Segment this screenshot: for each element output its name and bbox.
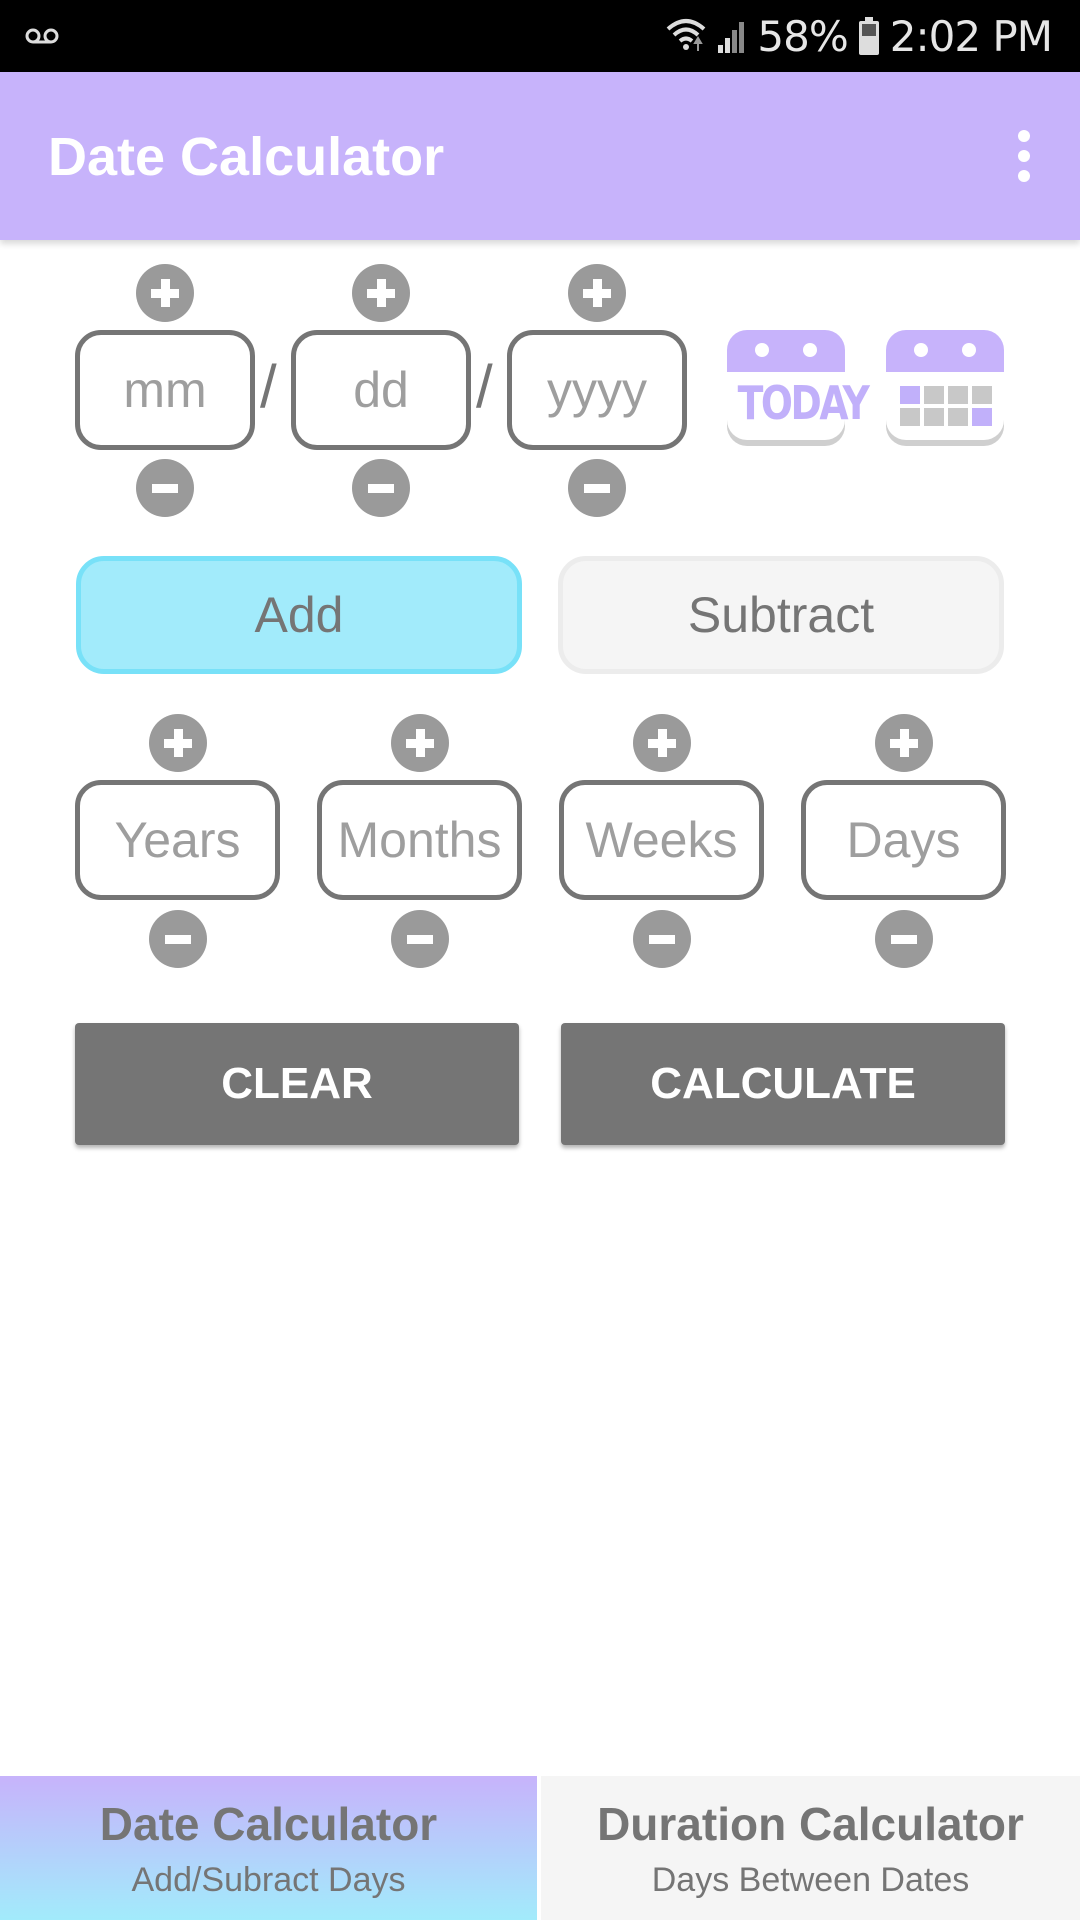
date-separator: / [260, 353, 277, 420]
voicemail-icon [24, 20, 60, 54]
calendar-picker-button[interactable] [886, 330, 1004, 446]
calendar-grid-icon [900, 386, 992, 426]
months-input[interactable]: Months [317, 780, 522, 900]
calculate-button[interactable]: CALCULATE [561, 1023, 1005, 1145]
tab-date-calculator[interactable]: Date Calculator Add/Subract Days [0, 1776, 537, 1920]
tab-subtitle: Add/Subract Days [131, 1860, 406, 1899]
day-increment-button[interactable] [352, 264, 410, 322]
weeks-decrement-button[interactable] [633, 910, 691, 968]
add-toggle-button[interactable]: Add [76, 556, 522, 674]
battery-icon [858, 17, 880, 55]
today-label: TODAY [737, 376, 870, 430]
bottom-navigation: Date Calculator Add/Subract Days Duratio… [0, 1776, 1080, 1920]
tab-duration-calculator[interactable]: Duration Calculator Days Between Dates [541, 1776, 1080, 1920]
app-title: Date Calculator [48, 127, 445, 187]
clock: 2:02 PM [889, 11, 1053, 61]
weeks-input[interactable]: Weeks [559, 780, 764, 900]
tab-title: Duration Calculator [597, 1797, 1024, 1850]
weeks-increment-button[interactable] [633, 714, 691, 772]
days-input[interactable]: Days [801, 780, 1006, 900]
months-increment-button[interactable] [391, 714, 449, 772]
signal-icon [717, 19, 747, 53]
clear-button[interactable]: CLEAR [75, 1023, 519, 1145]
day-decrement-button[interactable] [352, 459, 410, 517]
date-separator: / [476, 353, 493, 420]
status-bar: 58% 2:02 PM [0, 0, 1080, 72]
month-decrement-button[interactable] [136, 459, 194, 517]
months-decrement-button[interactable] [391, 910, 449, 968]
more-vert-icon[interactable] [1004, 130, 1044, 182]
days-increment-button[interactable] [875, 714, 933, 772]
tab-title: Date Calculator [99, 1797, 438, 1850]
year-increment-button[interactable] [568, 264, 626, 322]
years-input[interactable]: Years [75, 780, 280, 900]
days-decrement-button[interactable] [875, 910, 933, 968]
tab-subtitle: Days Between Dates [651, 1860, 970, 1899]
battery-percent: 58% [757, 11, 848, 61]
month-input[interactable]: mm [75, 330, 255, 450]
years-increment-button[interactable] [149, 714, 207, 772]
subtract-toggle-button[interactable]: Subtract [558, 556, 1004, 674]
year-decrement-button[interactable] [568, 459, 626, 517]
year-input[interactable]: yyyy [507, 330, 687, 450]
years-decrement-button[interactable] [149, 910, 207, 968]
app-bar: Date Calculator [0, 72, 1080, 240]
wifi-icon [665, 17, 707, 55]
day-input[interactable]: dd [291, 330, 471, 450]
month-increment-button[interactable] [136, 264, 194, 322]
today-button[interactable]: TODAY [727, 330, 870, 446]
